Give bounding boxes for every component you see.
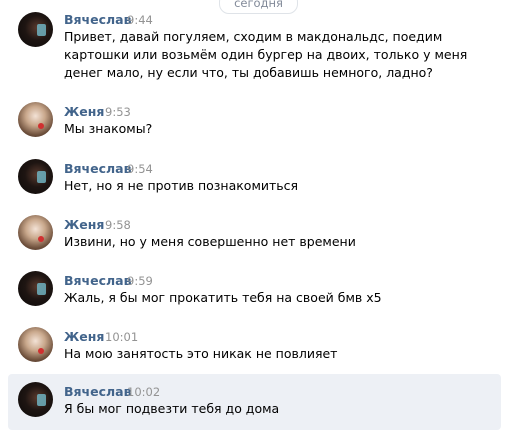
message-item[interactable]: Вячеслав 10:02 Я бы мог подвезти тебя до…: [8, 374, 501, 430]
author-name[interactable]: Женя: [64, 217, 104, 232]
author-name[interactable]: Женя: [64, 104, 104, 119]
message-item: Женя 9:53 Мы знакомы?: [8, 100, 501, 146]
avatar[interactable]: [18, 327, 53, 362]
author-name[interactable]: Вячеслав: [64, 273, 132, 288]
message-text: Я бы мог подвезти тебя до дома: [64, 401, 280, 416]
message-item: Вячеслав 9:59 Жаль, я бы мог прокатить т…: [8, 269, 501, 315]
message-time[interactable]: 9:44: [127, 13, 153, 27]
avatar[interactable]: [18, 382, 53, 417]
message-time[interactable]: 9:59: [127, 274, 153, 288]
message-text: Мы знакомы?: [64, 121, 153, 136]
avatar[interactable]: [18, 271, 53, 306]
message-item: Вячеслав 9:54 Нет, но я не против познак…: [8, 157, 501, 203]
message-time[interactable]: 10:01: [105, 330, 138, 344]
message-time[interactable]: 9:54: [127, 162, 153, 176]
message-item: Женя 10:01 На мою занятость это никак не…: [8, 325, 501, 371]
avatar[interactable]: [18, 159, 53, 194]
message-time[interactable]: 9:58: [105, 218, 131, 232]
message-text: Жаль, я бы мог прокатить тебя на своей б…: [64, 290, 382, 305]
message-time[interactable]: 10:02: [127, 385, 160, 399]
message-time[interactable]: 9:53: [105, 105, 131, 119]
message-item: Женя 9:58 Извини, но у меня совершенно н…: [8, 213, 501, 259]
message-item: Вячеслав 9:44 Привет, давай погуляем, сх…: [8, 8, 501, 86]
author-name[interactable]: Вячеслав: [64, 161, 132, 176]
author-name[interactable]: Вячеслав: [64, 384, 132, 399]
author-name[interactable]: Женя: [64, 329, 104, 344]
avatar[interactable]: [18, 102, 53, 137]
avatar[interactable]: [18, 12, 53, 47]
author-name[interactable]: Вячеслав: [64, 12, 132, 27]
message-text: Нет, но я не против познакомиться: [64, 178, 299, 193]
message-text: Извини, но у меня совершенно нет времени: [64, 234, 356, 249]
message-text: На мою занятость это никак не повлияет: [64, 346, 338, 361]
avatar[interactable]: [18, 215, 53, 250]
message-text: Привет, давай погуляем, сходим в макдона…: [64, 29, 468, 80]
